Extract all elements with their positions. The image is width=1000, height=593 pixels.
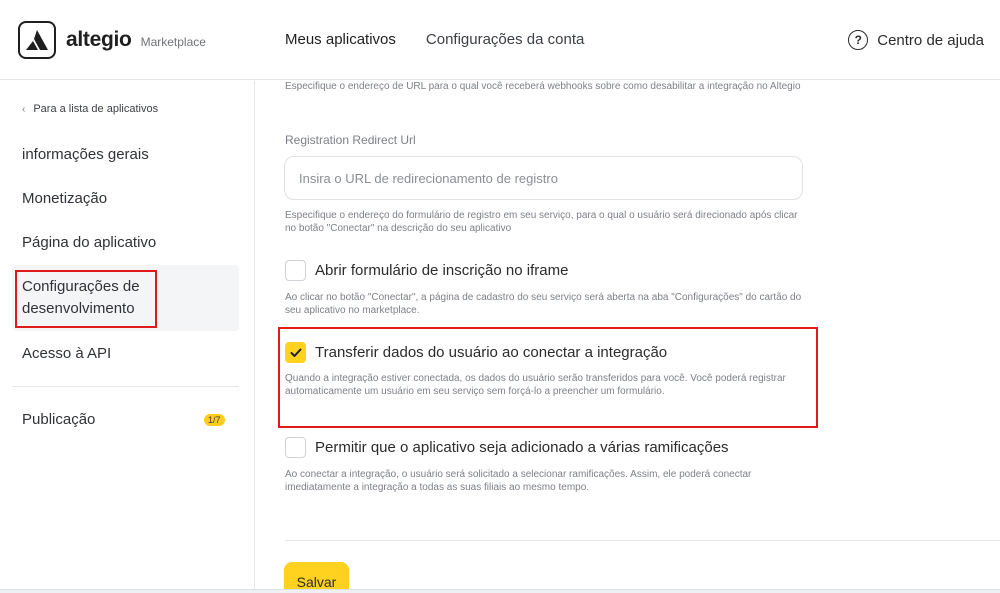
multi-branch-checkbox[interactable]: [285, 437, 306, 458]
iframe-checkbox[interactable]: [285, 260, 306, 281]
nav-my-apps[interactable]: Meus aplicativos: [285, 31, 396, 48]
annotation-box-sidebar: [15, 270, 157, 328]
help-center-label: Centro de ajuda: [877, 31, 984, 49]
redirect-url-input[interactable]: [284, 156, 803, 200]
transfer-data-option-row[interactable]: Transferir dados do usuário ao conectar …: [285, 342, 667, 363]
main-divider: [285, 540, 1000, 541]
webhook-hint: Especifique o endereço de URL para o qua…: [285, 81, 801, 92]
logo[interactable]: altegio Marketplace: [18, 21, 206, 59]
iframe-checkbox-label[interactable]: Abrir formulário de inscrição no iframe: [315, 262, 568, 279]
sidebar-item-publication[interactable]: Publicação: [22, 409, 95, 431]
multi-branch-hint: Ao conectar a integração, o usuário será…: [285, 469, 752, 493]
redirect-url-label: Registration Redirect Url: [285, 133, 416, 147]
back-link-label: Para a lista de aplicativos: [33, 103, 159, 115]
transfer-data-checkbox-label[interactable]: Transferir dados do usuário ao conectar …: [315, 344, 667, 361]
logo-text: altegio: [66, 28, 132, 51]
help-center-link[interactable]: ? Centro de ajuda: [848, 30, 984, 50]
publication-progress-badge: 1/7: [204, 414, 225, 426]
checkmark-icon: [290, 348, 301, 357]
back-to-apps-link[interactable]: ‹ Para a lista de aplicativos: [22, 103, 158, 115]
top-header: altegio Marketplace Meus aplicativos Con…: [0, 0, 1000, 80]
sidebar: ‹ Para a lista de aplicativos informaçõe…: [0, 81, 255, 593]
transfer-data-checkbox[interactable]: [285, 342, 306, 363]
logo-subtitle: Marketplace: [140, 34, 206, 49]
sidebar-item-app-page[interactable]: Página do aplicativo: [22, 232, 156, 254]
iframe-option-row[interactable]: Abrir formulário de inscrição no iframe: [285, 260, 568, 281]
transfer-data-hint: Quando a integração estiver conectada, o…: [285, 373, 786, 397]
chevron-left-icon: ‹: [22, 103, 26, 115]
multi-branch-option-row[interactable]: Permitir que o aplicativo seja adicionad…: [285, 437, 729, 458]
main-nav: Meus aplicativos Configurações da conta: [285, 31, 584, 48]
sidebar-item-monetization[interactable]: Monetização: [22, 188, 107, 210]
nav-account-settings[interactable]: Configurações da conta: [426, 31, 584, 48]
sidebar-item-general-info[interactable]: informações gerais: [22, 144, 149, 166]
sidebar-item-api-access[interactable]: Acesso à API: [22, 343, 111, 365]
redirect-url-hint: Especifique o endereço do formulário de …: [285, 210, 798, 234]
horizontal-scrollbar[interactable]: [0, 589, 1000, 593]
multi-branch-checkbox-label[interactable]: Permitir que o aplicativo seja adicionad…: [315, 439, 729, 456]
sidebar-divider: [12, 386, 239, 387]
iframe-hint: Ao clicar no botão "Conectar", a página …: [285, 292, 802, 316]
question-circle-icon: ?: [848, 30, 869, 50]
logo-icon: [18, 21, 56, 59]
